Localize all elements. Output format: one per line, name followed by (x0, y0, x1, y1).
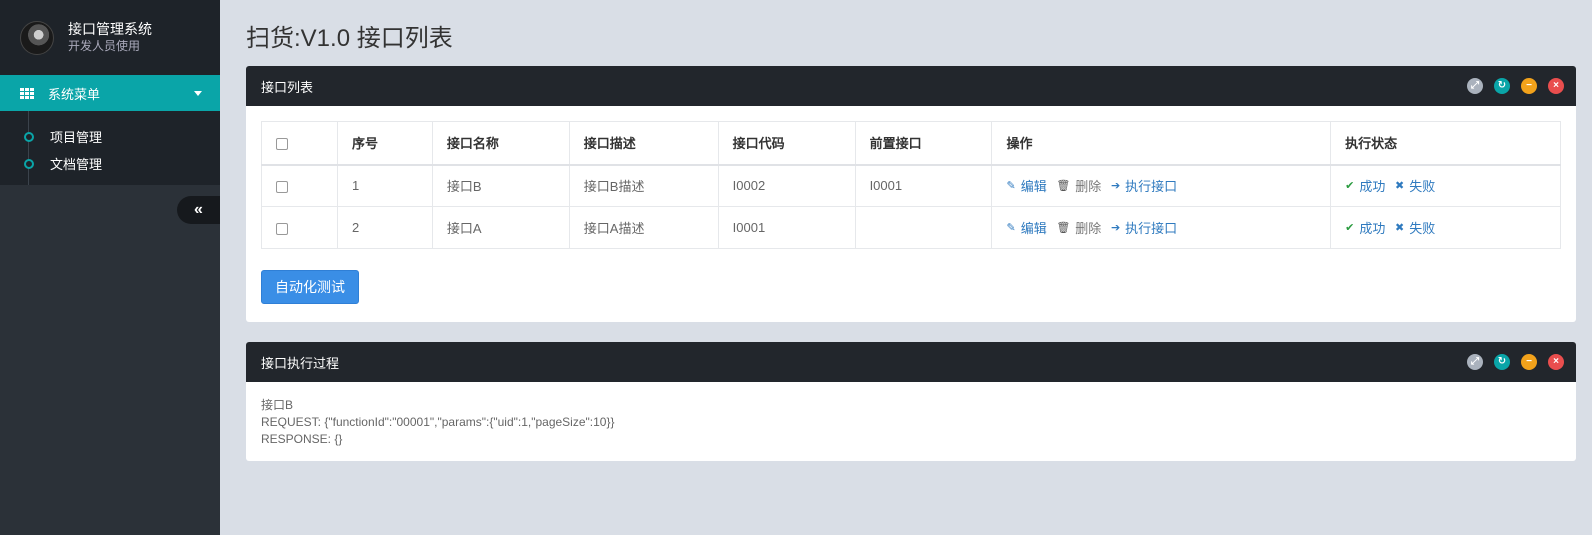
interface-list-panel: 接口列表 ⤢ ↻ − × 序号 接口名称 接口描述 接口代码 前置接口 操作 执… (246, 66, 1576, 322)
cell-index: 2 (336, 206, 433, 249)
success-label: 成功 (1359, 221, 1386, 236)
edit-label: 编辑 (1020, 221, 1047, 236)
interface-table: 序号 接口名称 接口描述 接口代码 前置接口 操作 执行状态 1 接口B 接口B… (261, 121, 1561, 249)
sidebar-collapse-button[interactable]: « (177, 196, 220, 224)
cell-name: 接口A (431, 206, 570, 249)
select-all-cell (261, 121, 338, 166)
col-header: 序号 (336, 121, 433, 166)
menu-system[interactable]: 系统菜单 (0, 75, 220, 111)
main: 扫货:V1.0 接口列表 接口列表 ⤢ ↻ − × 序号 接口名称 接口描述 接… (220, 0, 1592, 535)
col-header: 接口名称 (431, 121, 570, 166)
expand-icon[interactable]: ⤢ (1467, 354, 1483, 370)
execute-button[interactable]: ➔ 执行接口 (1111, 176, 1177, 195)
execute-label: 执行接口 (1125, 179, 1178, 195)
check-icon: ✔ (1345, 222, 1355, 234)
cell-status: ✔ 成功 ✖ 失败 (1330, 164, 1561, 207)
refresh-icon[interactable]: ↻ (1494, 78, 1510, 94)
success-link[interactable]: ✔ 成功 (1345, 176, 1385, 195)
fail-link[interactable]: ✖ 失败 (1395, 176, 1435, 195)
table-row: 2 接口A 接口A描述 I0001 ✎ 编辑 🗑 删除 ➔ 执行接口 ✔ 成功 ✖ 失败 (261, 206, 1561, 249)
submenu: 项目管理 文档管理 (0, 111, 220, 185)
brand-title: 接口管理系统 (68, 21, 152, 37)
log-line: 接口B (261, 398, 294, 412)
panel-title: 接口列表 (261, 79, 314, 95)
cell-ops: ✎ 编辑 🗑 删除 ➔ 执行接口 (991, 164, 1332, 207)
cell-desc: 接口A描述 (568, 206, 719, 249)
success-label: 成功 (1359, 179, 1386, 195)
edit-button[interactable]: ✎ 编辑 (1006, 176, 1046, 195)
cell-ops: ✎ 编辑 🗑 删除 ➔ 执行接口 (991, 206, 1332, 249)
pencil-icon: ✎ (1006, 222, 1016, 234)
cell-index: 1 (336, 164, 433, 207)
x-icon: ✖ (1395, 222, 1405, 234)
arrow-right-icon: ➔ (1110, 180, 1121, 193)
col-header: 接口代码 (717, 121, 856, 166)
fail-label: 失败 (1409, 221, 1436, 236)
cell-pre (854, 206, 993, 249)
fail-label: 失败 (1409, 179, 1436, 195)
sidebar-item-docs[interactable]: 文档管理 (0, 150, 220, 177)
execute-label: 执行接口 (1125, 221, 1178, 236)
refresh-icon[interactable]: ↻ (1494, 354, 1510, 370)
edit-label: 编辑 (1020, 179, 1047, 195)
sidebar: 接口管理系统 开发人员使用 系统菜单 项目管理 文档管理 « (0, 0, 220, 535)
delete-label: 删除 (1075, 179, 1102, 195)
expand-icon[interactable]: ⤢ (1467, 78, 1483, 94)
success-link[interactable]: ✔ 成功 (1345, 218, 1385, 237)
col-header: 操作 (991, 121, 1332, 166)
x-icon: ✖ (1395, 180, 1405, 193)
close-icon[interactable]: × (1548, 78, 1564, 94)
check-icon: ✔ (1345, 180, 1355, 193)
brand-subtitle: 开发人员使用 (68, 39, 141, 53)
panel-title: 接口执行过程 (261, 355, 340, 371)
col-header: 接口描述 (568, 121, 719, 166)
execute-button[interactable]: ➔ 执行接口 (1111, 218, 1177, 237)
table-row: 1 接口B 接口B描述 I0002 I0001 ✎ 编辑 🗑 删除 ➔ 执行接口 ✔ 成… (261, 164, 1561, 207)
delete-button[interactable]: 🗑 删除 (1056, 176, 1101, 195)
cell-name: 接口B (431, 164, 570, 207)
sidebar-item-label: 文档管理 (50, 157, 103, 172)
caret-down-icon (194, 91, 202, 96)
sidebar-item-project[interactable]: 项目管理 (0, 123, 220, 150)
panel-header: 接口执行过程 ⤢ ↻ − × (246, 342, 1576, 382)
cell-code: I0001 (717, 206, 856, 249)
edit-button[interactable]: ✎ 编辑 (1006, 218, 1046, 237)
arrow-right-icon: ➔ (1110, 222, 1121, 234)
pencil-icon: ✎ (1006, 180, 1016, 193)
auto-test-button[interactable]: 自动化测试 (261, 270, 359, 304)
execution-log: 接口B REQUEST: {"functionId":"00001","para… (246, 382, 1576, 463)
delete-label: 删除 (1075, 221, 1102, 236)
col-header: 执行状态 (1330, 121, 1561, 166)
log-line: REQUEST: {"functionId":"00001","params":… (261, 415, 615, 429)
trash-icon: 🗑 (1056, 180, 1071, 193)
circle-icon (24, 158, 34, 169)
double-chevron-left-icon: « (194, 201, 203, 218)
fail-link[interactable]: ✖ 失败 (1395, 218, 1435, 237)
sidebar-item-label: 项目管理 (50, 130, 103, 145)
cell-status: ✔ 成功 ✖ 失败 (1330, 206, 1561, 249)
minimize-icon[interactable]: − (1521, 78, 1537, 94)
cell-pre: I0001 (854, 164, 993, 207)
brand: 接口管理系统 开发人员使用 (0, 0, 220, 75)
close-icon[interactable]: × (1548, 354, 1564, 370)
row-checkbox[interactable] (276, 180, 288, 193)
menu-system-label: 系统菜单 (48, 86, 101, 102)
log-line: RESPONSE: {} (261, 432, 343, 446)
delete-button[interactable]: 🗑 删除 (1056, 218, 1101, 237)
circle-icon (24, 131, 34, 142)
page-title: 扫货:V1.0 接口列表 (246, 25, 453, 52)
minimize-icon[interactable]: − (1521, 354, 1537, 370)
avatar[interactable] (20, 20, 54, 55)
row-checkbox[interactable] (276, 222, 288, 235)
cell-desc: 接口B描述 (568, 164, 719, 207)
cell-code: I0002 (717, 164, 856, 207)
grid-icon (20, 87, 34, 99)
select-all-checkbox[interactable] (276, 137, 288, 150)
trash-icon: 🗑 (1056, 222, 1071, 234)
col-header: 前置接口 (854, 121, 993, 166)
table-header-row: 序号 接口名称 接口描述 接口代码 前置接口 操作 执行状态 (261, 121, 1561, 166)
panel-header: 接口列表 ⤢ ↻ − × (246, 66, 1576, 106)
execution-process-panel: 接口执行过程 ⤢ ↻ − × 接口B REQUEST: {"functionId… (246, 342, 1576, 461)
